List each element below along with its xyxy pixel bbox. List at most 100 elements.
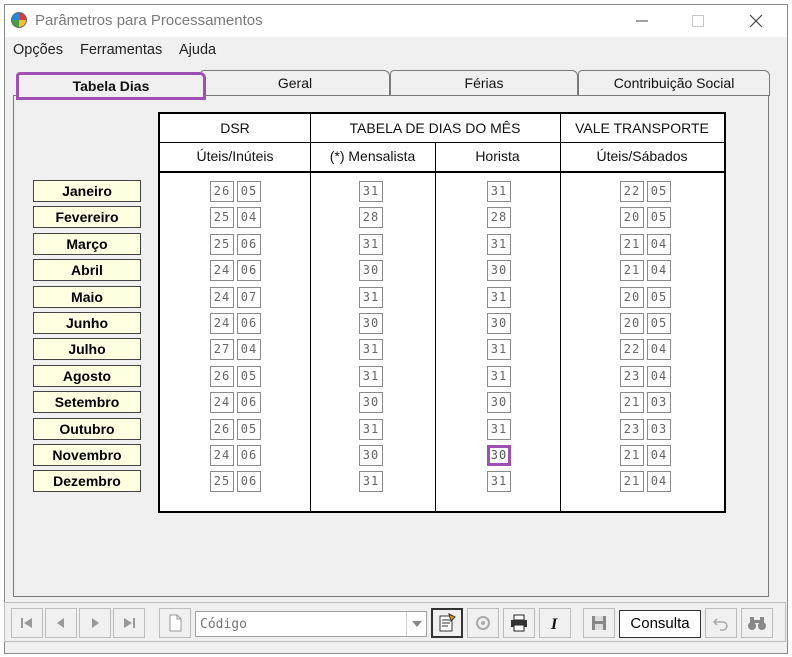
dsr-uteis-field[interactable]: 24 bbox=[210, 287, 234, 308]
first-record-button[interactable] bbox=[11, 608, 43, 638]
horista-field[interactable]: 28 bbox=[487, 207, 511, 228]
vt-sabados-field[interactable]: 04 bbox=[647, 260, 671, 281]
month-label-junho[interactable]: Junho bbox=[33, 312, 141, 334]
close-button[interactable] bbox=[733, 5, 779, 37]
dsr-uteis-field[interactable]: 26 bbox=[210, 366, 234, 387]
settings-button[interactable] bbox=[467, 608, 499, 638]
vt-uteis-field[interactable]: 21 bbox=[620, 471, 644, 492]
code-combobox[interactable] bbox=[195, 611, 427, 637]
horista-field[interactable]: 31 bbox=[487, 287, 511, 308]
dsr-uteis-field[interactable]: 26 bbox=[210, 419, 234, 440]
dsr-inuteis-field[interactable]: 06 bbox=[237, 392, 261, 413]
prev-record-button[interactable] bbox=[45, 608, 77, 638]
last-record-button[interactable] bbox=[113, 608, 145, 638]
dsr-inuteis-field[interactable]: 04 bbox=[237, 207, 261, 228]
mensalista-field[interactable]: 31 bbox=[359, 234, 383, 255]
vt-sabados-field[interactable]: 04 bbox=[647, 445, 671, 466]
menu-opcoes[interactable]: Opções bbox=[13, 42, 63, 58]
vt-sabados-field[interactable]: 04 bbox=[647, 234, 671, 255]
vt-uteis-field[interactable]: 23 bbox=[620, 366, 644, 387]
month-label-novembro[interactable]: Novembro bbox=[33, 444, 141, 466]
dsr-uteis-field[interactable]: 24 bbox=[210, 313, 234, 334]
search-button[interactable] bbox=[741, 608, 773, 638]
mensalista-field[interactable]: 31 bbox=[359, 366, 383, 387]
dsr-uteis-field[interactable]: 24 bbox=[210, 260, 234, 281]
dsr-uteis-field[interactable]: 26 bbox=[210, 181, 234, 202]
vt-uteis-field[interactable]: 22 bbox=[620, 181, 644, 202]
code-dropdown-button[interactable] bbox=[406, 612, 426, 636]
dsr-inuteis-field[interactable]: 06 bbox=[237, 234, 261, 255]
month-label-maio[interactable]: Maio bbox=[33, 286, 141, 308]
report-button[interactable] bbox=[431, 608, 463, 638]
save-button[interactable] bbox=[583, 608, 615, 638]
mensalista-field[interactable]: 30 bbox=[359, 445, 383, 466]
vt-sabados-field[interactable]: 05 bbox=[647, 313, 671, 334]
horista-field[interactable]: 31 bbox=[487, 419, 511, 440]
print-button[interactable] bbox=[503, 608, 535, 638]
horista-field[interactable]: 30 bbox=[487, 260, 511, 281]
vt-sabados-field[interactable]: 05 bbox=[647, 181, 671, 202]
mensalista-field[interactable]: 30 bbox=[359, 392, 383, 413]
horista-field[interactable]: 31 bbox=[487, 339, 511, 360]
vt-uteis-field[interactable]: 23 bbox=[620, 419, 644, 440]
vt-uteis-field[interactable]: 21 bbox=[620, 234, 644, 255]
mensalista-field[interactable]: 31 bbox=[359, 471, 383, 492]
dsr-inuteis-field[interactable]: 05 bbox=[237, 366, 261, 387]
vt-uteis-field[interactable]: 21 bbox=[620, 260, 644, 281]
horista-field[interactable]: 31 bbox=[487, 366, 511, 387]
maximize-button[interactable] bbox=[675, 5, 721, 37]
dsr-inuteis-field[interactable]: 06 bbox=[237, 471, 261, 492]
month-label-janeiro[interactable]: Janeiro bbox=[33, 180, 141, 202]
mensalista-field[interactable]: 30 bbox=[359, 260, 383, 281]
horista-field[interactable]: 31 bbox=[487, 181, 511, 202]
undo-button[interactable] bbox=[705, 608, 737, 638]
dsr-uteis-field[interactable]: 27 bbox=[210, 339, 234, 360]
tab-contribuicao-social[interactable]: Contribuição Social bbox=[578, 70, 770, 96]
dsr-inuteis-field[interactable]: 04 bbox=[237, 339, 261, 360]
dsr-uteis-field[interactable]: 25 bbox=[210, 234, 234, 255]
menu-ferramentas[interactable]: Ferramentas bbox=[80, 42, 162, 58]
vt-sabados-field[interactable]: 05 bbox=[647, 207, 671, 228]
mensalista-field[interactable]: 31 bbox=[359, 339, 383, 360]
tab-ferias[interactable]: Férias bbox=[390, 70, 578, 96]
dsr-inuteis-field[interactable]: 05 bbox=[237, 419, 261, 440]
vt-sabados-field[interactable]: 03 bbox=[647, 392, 671, 413]
horista-field[interactable]: 31 bbox=[487, 234, 511, 255]
dsr-uteis-field[interactable]: 25 bbox=[210, 207, 234, 228]
horista-field[interactable]: 31 bbox=[487, 471, 511, 492]
dsr-inuteis-field[interactable]: 05 bbox=[237, 181, 261, 202]
month-label-outubro[interactable]: Outubro bbox=[33, 418, 141, 440]
vt-uteis-field[interactable]: 20 bbox=[620, 313, 644, 334]
tab-geral[interactable]: Geral bbox=[200, 70, 390, 96]
mensalista-field[interactable]: 31 bbox=[359, 287, 383, 308]
vt-sabados-field[interactable]: 04 bbox=[647, 366, 671, 387]
month-label-agosto[interactable]: Agosto bbox=[33, 365, 141, 387]
vt-sabados-field[interactable]: 04 bbox=[647, 339, 671, 360]
menu-ajuda[interactable]: Ajuda bbox=[179, 42, 216, 58]
code-input[interactable] bbox=[196, 612, 404, 636]
minimize-button[interactable] bbox=[619, 5, 665, 37]
month-label-julho[interactable]: Julho bbox=[33, 338, 141, 360]
vt-sabados-field[interactable]: 05 bbox=[647, 287, 671, 308]
vt-uteis-field[interactable]: 21 bbox=[620, 445, 644, 466]
tab-tabela-dias[interactable]: Tabela Dias bbox=[16, 72, 206, 100]
vt-uteis-field[interactable]: 20 bbox=[620, 287, 644, 308]
horista-field[interactable]: 30 bbox=[487, 392, 511, 413]
dsr-uteis-field[interactable]: 24 bbox=[210, 392, 234, 413]
month-label-setembro[interactable]: Setembro bbox=[33, 391, 141, 413]
vt-sabados-field[interactable]: 03 bbox=[647, 419, 671, 440]
dsr-inuteis-field[interactable]: 06 bbox=[237, 260, 261, 281]
vt-uteis-field[interactable]: 22 bbox=[620, 339, 644, 360]
month-label-fevereiro[interactable]: Fevereiro bbox=[33, 206, 141, 228]
mensalista-field[interactable]: 28 bbox=[359, 207, 383, 228]
horista-field[interactable]: 30 bbox=[487, 445, 511, 466]
dsr-inuteis-field[interactable]: 06 bbox=[237, 445, 261, 466]
dsr-inuteis-field[interactable]: 07 bbox=[237, 287, 261, 308]
mensalista-field[interactable]: 30 bbox=[359, 313, 383, 334]
month-label-março[interactable]: Março bbox=[33, 233, 141, 255]
new-document-button[interactable] bbox=[159, 608, 191, 638]
vt-uteis-field[interactable]: 20 bbox=[620, 207, 644, 228]
vt-sabados-field[interactable]: 04 bbox=[647, 471, 671, 492]
vt-uteis-field[interactable]: 21 bbox=[620, 392, 644, 413]
dsr-uteis-field[interactable]: 24 bbox=[210, 445, 234, 466]
